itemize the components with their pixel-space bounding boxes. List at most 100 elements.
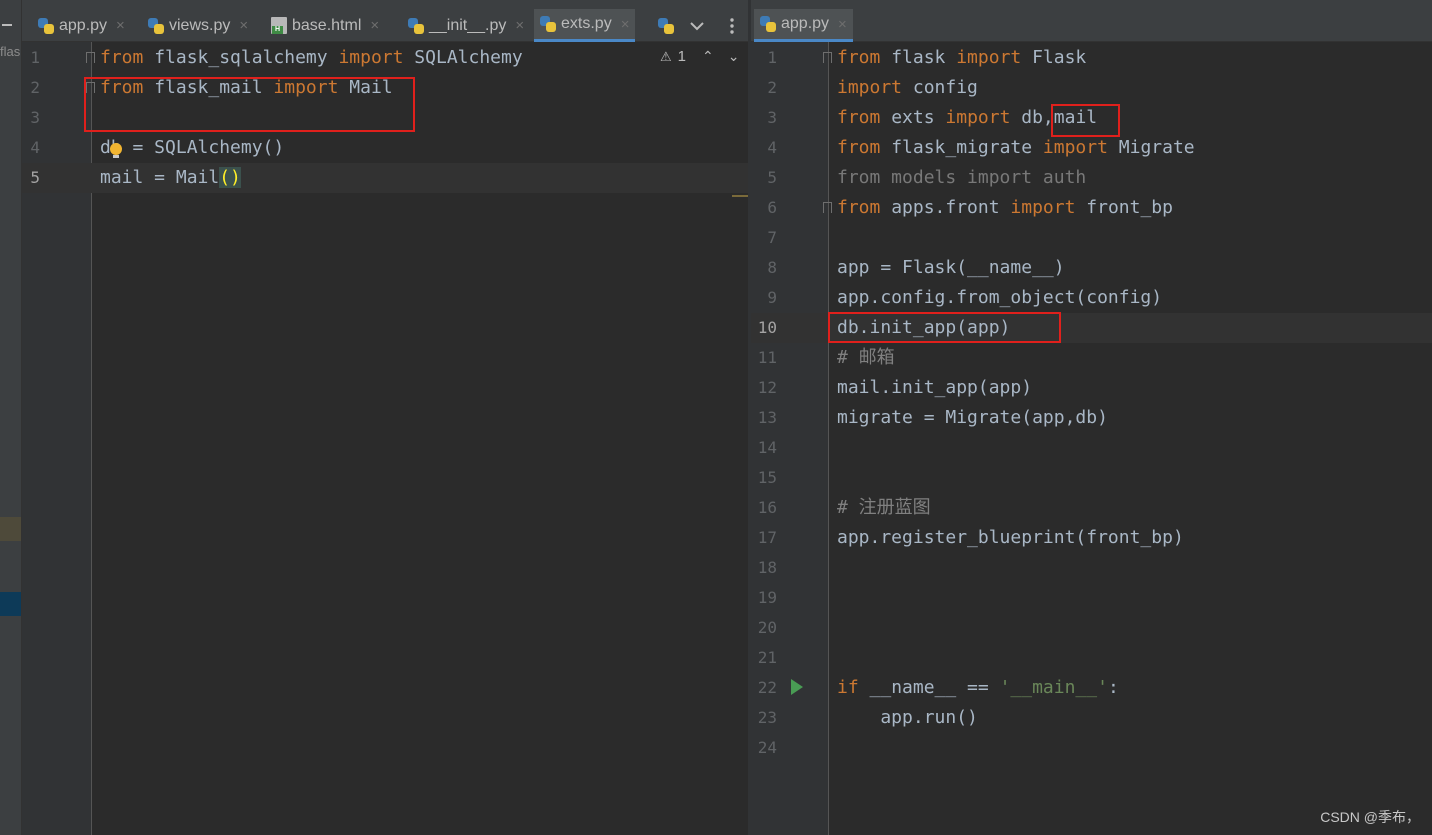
code-line[interactable]: app = Flask(__name__) (837, 253, 1065, 283)
warning-count: 1 (677, 48, 686, 65)
next-highlight-icon[interactable]: ⌄ (728, 48, 740, 65)
close-icon[interactable]: × (370, 17, 379, 34)
chevron-down-icon (690, 21, 704, 30)
tab-label: base.html (292, 16, 362, 34)
code-line[interactable]: import config (837, 73, 978, 103)
line-number: 17 (757, 528, 777, 547)
tab-init-py[interactable]: __init__.py × (402, 9, 530, 42)
comment-line[interactable]: # 注册蓝图 (837, 493, 931, 523)
fold-marker-icon[interactable] (823, 52, 832, 63)
code-line[interactable]: from flask import Flask (837, 43, 1086, 73)
code-line[interactable]: mail.init_app(app) (837, 373, 1032, 403)
python-file-icon (760, 16, 776, 32)
right-tab-bar: app.py × (751, 0, 1432, 42)
tab-views-py[interactable]: views.py × (142, 9, 254, 42)
close-icon[interactable]: × (621, 16, 630, 33)
tool-window-strip: flas (0, 0, 22, 835)
html-file-icon: H (271, 17, 287, 34)
scroll-marker (0, 592, 21, 616)
python-file-icon (408, 17, 424, 34)
line-number: 12 (757, 378, 777, 397)
tab-label: __init__.py (429, 16, 507, 34)
tab-base-html[interactable]: H base.html × (265, 9, 385, 42)
code-line[interactable]: from flask_migrate import Migrate (837, 133, 1195, 163)
more-tabs-file-icon[interactable] (658, 9, 674, 42)
code-line[interactable]: from flask_sqlalchemy import SQLAlchemy (100, 43, 523, 73)
line-number: 8 (767, 258, 777, 277)
error-stripe-marker[interactable] (732, 195, 748, 197)
python-file-icon (148, 17, 164, 34)
line-number: 24 (757, 738, 777, 757)
line-number: 6 (767, 198, 777, 217)
line-number: 19 (757, 588, 777, 607)
highlight-box (84, 77, 415, 132)
tab-app-py[interactable]: app.py × (32, 9, 131, 42)
more-options-button[interactable] (730, 9, 734, 42)
line-number: 11 (757, 348, 777, 367)
minimize-icon[interactable] (2, 24, 12, 26)
line-number: 1 (767, 48, 777, 67)
line-number: 4 (30, 138, 40, 157)
line-number: 16 (757, 498, 777, 517)
line-number: 13 (757, 408, 777, 427)
watermark: CSDN @季布， (1320, 809, 1420, 825)
line-number: 7 (767, 228, 777, 247)
line-number: 3 (767, 108, 777, 127)
line-number: 1 (30, 48, 40, 67)
python-file-icon (658, 17, 674, 34)
line-number: 2 (30, 78, 40, 97)
code-line[interactable]: mail = Mail() (100, 163, 241, 193)
code-line[interactable]: from apps.front import front_bp (837, 193, 1173, 223)
line-number: 2 (767, 78, 777, 97)
line-number: 21 (757, 648, 777, 667)
code-line[interactable]: if __name__ == '__main__': (837, 673, 1119, 703)
more-vertical-icon (730, 17, 734, 34)
gutter-divider (828, 42, 829, 835)
run-icon[interactable] (791, 679, 803, 695)
line-number: 22 (757, 678, 777, 697)
line-number: 9 (767, 288, 777, 307)
project-label: flas (0, 44, 21, 59)
code-line[interactable]: db = SQLAlchemy() (100, 133, 284, 163)
scroll-marker (0, 517, 21, 541)
close-icon[interactable]: × (838, 16, 847, 33)
line-number: 5 (767, 168, 777, 187)
warning-icon: ⚠ (660, 48, 672, 64)
tab-list-dropdown[interactable] (690, 9, 704, 42)
tab-label: exts.py (561, 15, 612, 32)
code-line[interactable]: migrate = Migrate(app,db) (837, 403, 1108, 433)
comment-line[interactable]: # 邮箱 (837, 343, 895, 373)
tab-label: views.py (169, 16, 231, 34)
fold-marker-icon[interactable] (86, 52, 95, 63)
code-line[interactable]: from models import auth (837, 163, 1086, 193)
close-icon[interactable]: × (515, 17, 524, 34)
line-number: 14 (757, 438, 777, 457)
code-line[interactable]: app.register_blueprint(front_bp) (837, 523, 1184, 553)
line-number: 5 (30, 168, 40, 187)
code-line[interactable]: app.config.from_object(config) (837, 283, 1162, 313)
highlight-box (828, 312, 1061, 343)
inspection-widget[interactable]: ⚠ 1 ⌃ ⌄ (660, 48, 739, 65)
python-file-icon (38, 17, 54, 34)
code-line[interactable]: app.run() (837, 703, 978, 733)
gutter-divider (91, 42, 92, 835)
lightbulb-icon[interactable] (110, 143, 122, 158)
line-number: 10 (757, 318, 777, 337)
python-file-icon (540, 16, 556, 32)
line-number: 18 (757, 558, 777, 577)
close-icon[interactable]: × (116, 17, 125, 34)
left-tab-bar: app.py × views.py × H base.html × __init… (22, 0, 748, 42)
fold-marker-icon[interactable] (823, 202, 832, 213)
line-number: 15 (757, 468, 777, 487)
line-number: 23 (757, 708, 777, 727)
tab-app-py[interactable]: app.py × (754, 9, 853, 42)
tab-exts-py[interactable]: exts.py × (534, 9, 636, 42)
tab-label: app.py (781, 15, 830, 32)
tab-label: app.py (59, 16, 108, 34)
highlight-box (1051, 104, 1120, 137)
close-icon[interactable]: × (239, 17, 248, 34)
line-number: 20 (757, 618, 777, 637)
line-number: 4 (767, 138, 777, 157)
previous-highlight-icon[interactable]: ⌃ (702, 48, 714, 65)
line-number: 3 (30, 108, 40, 127)
